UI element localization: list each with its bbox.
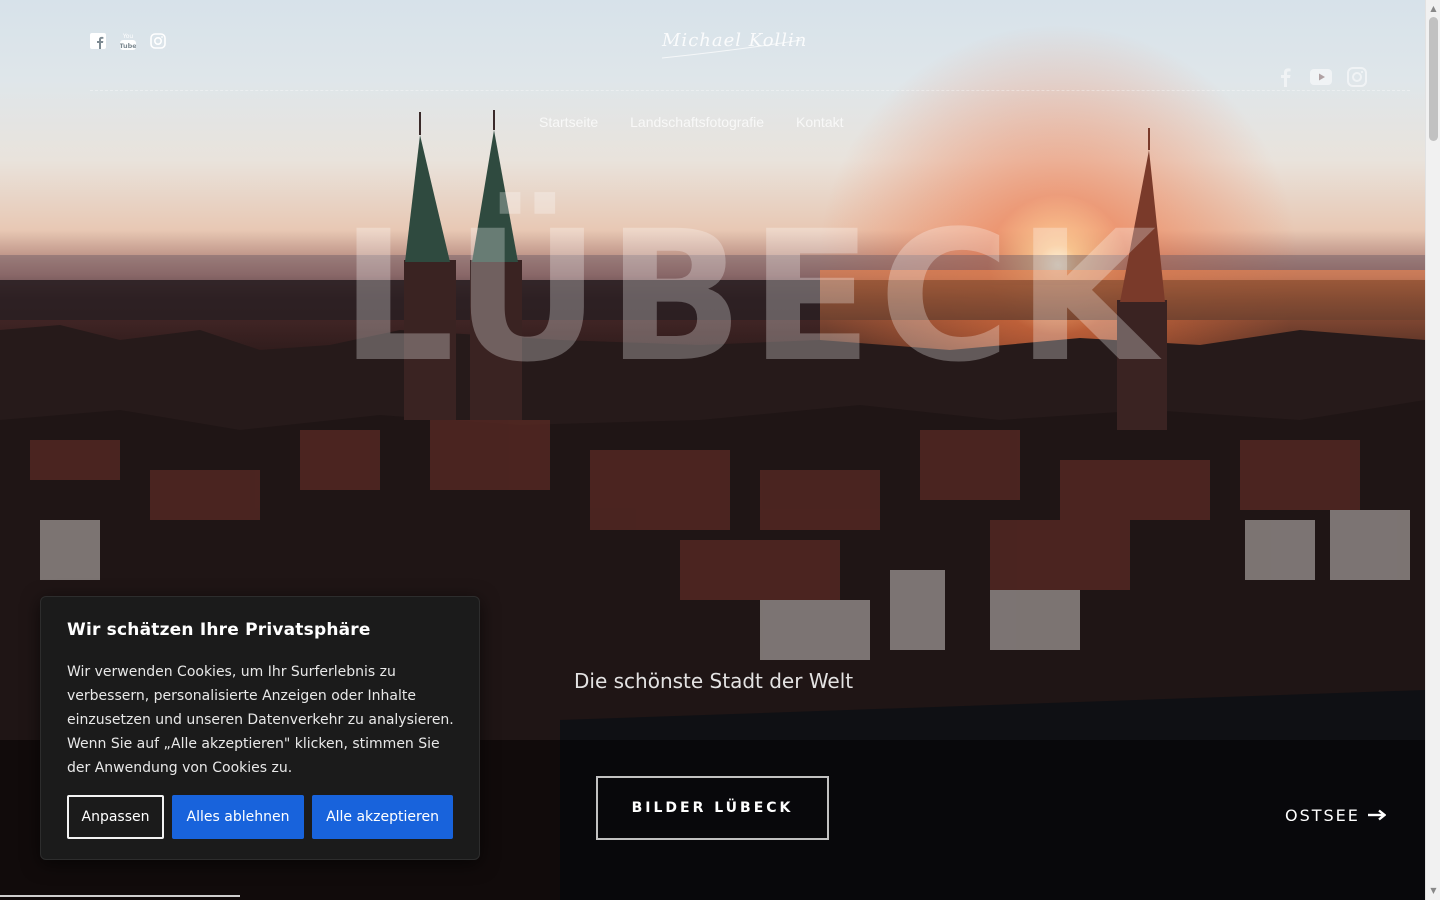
nav-item-startseite[interactable]: Startseite: [539, 114, 598, 130]
svg-text:Tube: Tube: [120, 42, 136, 50]
scroll-up-icon[interactable]: ▲: [1429, 4, 1438, 13]
instagram-icon[interactable]: [1346, 66, 1368, 88]
accept-all-button[interactable]: Alle akzeptieren: [312, 795, 453, 839]
instagram-icon[interactable]: [149, 31, 166, 51]
reject-all-button[interactable]: Alles ablehnen: [172, 795, 304, 839]
main-navigation: Startseite Landschaftsfotografie Kontakt: [539, 114, 844, 130]
scroll-thumb[interactable]: [1429, 17, 1438, 141]
cookie-title: Wir schätzen Ihre Privatsphäre: [67, 620, 371, 640]
header-divider: [90, 90, 1410, 91]
facebook-icon[interactable]: [89, 31, 106, 51]
next-slide-link[interactable]: OSTSEE: [1285, 806, 1387, 825]
nav-item-kontakt[interactable]: Kontakt: [796, 114, 843, 130]
hero-title: LÜBECK: [340, 193, 1163, 402]
hero-subtitle: Die schönste Stadt der Welt: [574, 669, 854, 693]
social-links-top: You Tube: [89, 31, 166, 51]
svg-text:You: You: [121, 33, 133, 40]
nav-item-landschaftsfotografie[interactable]: Landschaftsfotografie: [630, 114, 764, 130]
slider-progress-bar: [0, 895, 240, 897]
cookie-consent-banner: Wir schätzen Ihre Privatsphäre Wir verwe…: [40, 596, 480, 860]
youtube-icon[interactable]: [1310, 66, 1332, 88]
site-logo[interactable]: Michael Kollin: [662, 30, 807, 51]
facebook-icon[interactable]: [1274, 66, 1296, 88]
social-links-right: [1274, 66, 1368, 88]
cookie-buttons: Anpassen Alles ablehnen Alle akzeptieren: [67, 795, 453, 839]
bilder-luebeck-button[interactable]: BILDER LÜBECK: [596, 776, 829, 840]
next-slide-label: OSTSEE: [1285, 806, 1360, 825]
arrow-right-icon: [1367, 806, 1387, 825]
customize-button[interactable]: Anpassen: [67, 795, 164, 839]
cookie-text: Wir verwenden Cookies, um Ihr Surferlebn…: [67, 664, 454, 776]
youtube-icon[interactable]: You Tube: [119, 31, 136, 51]
scroll-down-icon[interactable]: ▼: [1429, 886, 1438, 895]
scrollbar[interactable]: ▲ ▼: [1425, 0, 1440, 900]
